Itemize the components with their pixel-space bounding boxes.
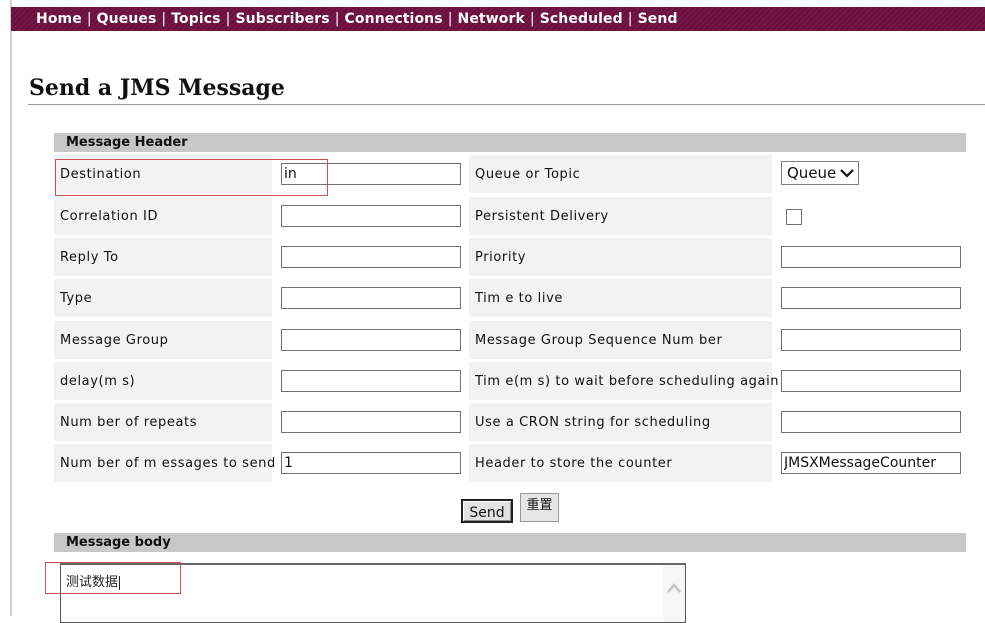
field-label: Tim e to live xyxy=(475,291,563,306)
nav-links: Home | Queues | Topics | Subscribers | Connectio… xyxy=(36,11,678,27)
select-value: Queue xyxy=(787,164,837,182)
annotation-highlight-message-body xyxy=(45,562,181,594)
textarea-scrollbar[interactable] xyxy=(663,565,685,622)
form-label-cell: Message Group xyxy=(54,321,272,359)
reset-button[interactable]: 重置 xyxy=(520,493,559,522)
page-title: Send a JMS Message xyxy=(29,75,285,101)
message-body-section-title: Message body xyxy=(54,533,966,552)
nav-network[interactable]: Network xyxy=(458,11,525,27)
field-input-right[interactable] xyxy=(781,370,961,392)
nav-separator: | xyxy=(86,11,92,27)
field-label: Correlation ID xyxy=(60,209,159,224)
field-label: delay(m s) xyxy=(60,374,136,389)
nav-separator: | xyxy=(529,11,535,27)
nav-separator: | xyxy=(161,11,167,27)
field-input-right[interactable] xyxy=(781,411,961,433)
nav-queues[interactable]: Queues xyxy=(97,11,157,27)
field-label: Queue or Topic xyxy=(475,167,581,182)
annotation-highlight-destination xyxy=(55,159,328,196)
nav-topics[interactable]: Topics xyxy=(171,11,220,27)
field-input-left[interactable] xyxy=(281,287,461,309)
form-label-cell: Type xyxy=(54,279,272,317)
nav-separator: | xyxy=(447,11,453,27)
scroll-up-arrow-icon[interactable] xyxy=(667,583,681,593)
field-label: Type xyxy=(60,291,93,306)
field-label: Tim e(m s) to wait before scheduling aga… xyxy=(475,374,780,389)
form-label-cell: Num ber of repeats xyxy=(54,403,272,441)
form-label-cell: Queue or Topic xyxy=(469,155,772,193)
field-input-right[interactable] xyxy=(781,329,961,351)
nav-connections[interactable]: Connections xyxy=(345,11,443,27)
field-label: Use a CRON string for scheduling xyxy=(475,415,711,430)
nav-separator: | xyxy=(225,11,231,27)
field-label: Message Group Sequence Num ber xyxy=(475,333,723,348)
field-input-left[interactable] xyxy=(281,246,461,268)
title-divider xyxy=(28,104,985,105)
message-header-title: Message Header xyxy=(66,135,188,150)
form-label-cell: delay(m s) xyxy=(54,362,272,400)
form-label-cell: Num ber of m essages to send xyxy=(54,444,275,482)
form-label-cell: Priority xyxy=(469,238,772,276)
form-label-cell: Correlation ID xyxy=(54,197,272,235)
field-input-right[interactable] xyxy=(781,452,961,474)
nav-send[interactable]: Send xyxy=(638,11,678,27)
nav-separator: | xyxy=(334,11,340,27)
field-label: Num ber of m essages to send xyxy=(60,456,276,471)
queue-or-topic-select[interactable]: Queue xyxy=(781,161,859,185)
nav-home[interactable]: Home xyxy=(36,11,82,27)
form-label-cell: Tim e to live xyxy=(469,279,772,317)
field-label: Reply To xyxy=(60,250,119,265)
form-label-cell: Persistent Delivery xyxy=(469,197,772,235)
nav-separator: | xyxy=(627,11,633,27)
form-label-cell: Reply To xyxy=(54,238,272,276)
field-input-left[interactable] xyxy=(281,205,461,227)
message-header-section-title: Message Header xyxy=(54,133,966,152)
nav-subscribers[interactable]: Subscribers xyxy=(235,11,329,27)
field-input-left[interactable] xyxy=(281,370,461,392)
page-left-border xyxy=(10,0,12,616)
form-label-cell: Header to store the counter xyxy=(469,444,772,482)
field-label: Header to store the counter xyxy=(475,456,673,471)
field-label: Priority xyxy=(475,250,527,265)
nav-scheduled[interactable]: Scheduled xyxy=(540,11,623,27)
field-input-left[interactable] xyxy=(281,452,461,474)
form-label-cell: Use a CRON string for scheduling xyxy=(469,403,772,441)
chevron-down-icon xyxy=(840,169,854,178)
field-input-left[interactable] xyxy=(281,411,461,433)
field-label: Persistent Delivery xyxy=(475,209,609,224)
send-button[interactable]: Send xyxy=(461,499,513,523)
form-label-cell: Message Group Sequence Num ber xyxy=(469,321,772,359)
field-input-right[interactable] xyxy=(781,287,961,309)
field-label: Message Group xyxy=(60,333,169,348)
field-input-left[interactable] xyxy=(281,329,461,351)
persistent-delivery-checkbox[interactable] xyxy=(786,209,802,225)
field-input-right[interactable] xyxy=(781,246,961,268)
form-label-cell: Tim e(m s) to wait before scheduling aga… xyxy=(469,362,779,400)
message-body-title: Message body xyxy=(66,535,171,550)
top-navigation-bar: Home | Queues | Topics | Subscribers | Connectio… xyxy=(11,7,985,31)
field-label: Num ber of repeats xyxy=(60,415,198,430)
